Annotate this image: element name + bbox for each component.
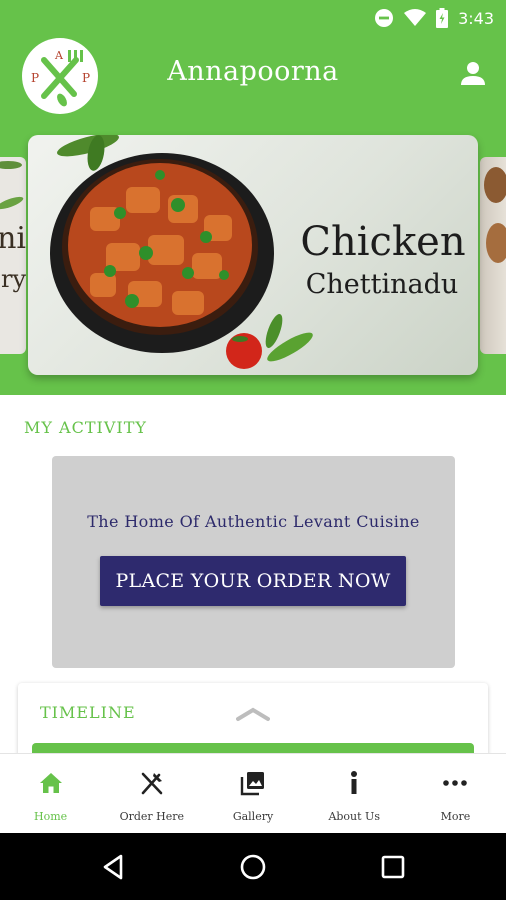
info-icon [351,771,358,794]
fork-knife-icon [141,772,163,795]
nav-label-gallery: Gallery [232,810,274,823]
gallery-icon [240,772,264,796]
dish-title-line2: Chettinadu [305,269,459,300]
bottom-navigation: Home Order Here Gallery About Us More [0,753,506,833]
nav-item-home[interactable]: Home [0,754,101,833]
nav-item-order-here[interactable]: Order Here [101,754,202,833]
battery-icon [436,8,449,28]
wifi-icon [404,9,427,26]
chevron-up-icon[interactable] [236,705,270,723]
nav-label-order-here: Order Here [119,810,185,823]
place-order-button[interactable]: PLACE YOUR ORDER NOW [100,556,406,606]
nav-item-gallery[interactable]: Gallery [202,754,303,833]
status-icons: 3:43 [374,7,494,29]
dish-title-line1: Chicken [300,219,466,265]
status-time: 3:43 [458,8,494,28]
wooden-bowl-icon [486,223,506,263]
next-slide-card[interactable] [480,157,506,354]
status-bar: 3:43 [0,0,506,36]
prev-slide-line1: ni [0,221,26,256]
app-title: Annapoorna [167,56,339,87]
promo-tagline: The Home Of Authentic Levant Cuisine [87,512,420,531]
nav-label-about-us: About Us [328,810,380,823]
nav-label-home: Home [34,810,68,823]
system-navigation-bar [0,833,506,900]
do-not-disturb-icon [375,9,394,27]
nav-label-more: More [440,810,471,823]
nav-item-about-us[interactable]: About Us [304,754,405,833]
wooden-spoon-icon [484,167,506,203]
order-promo-card: The Home Of Authentic Levant Cuisine PLA… [52,456,455,668]
nav-item-more[interactable]: More [405,754,506,833]
timeline-title: TIMELINE [40,703,136,722]
recents-icon[interactable] [379,853,407,881]
more-icon [443,780,468,786]
slide-card-chicken-chettinadu[interactable]: Chicken Chettinadu [28,135,478,375]
back-icon[interactable] [99,853,127,881]
home-icon [39,773,62,793]
prev-slide-card[interactable]: ni ry [0,157,26,354]
profile-icon[interactable] [458,59,488,89]
my-activity-title: MY ACTIVITY [24,418,147,437]
prev-slide-line2: ry [0,265,26,293]
home-button-icon[interactable] [239,853,267,881]
